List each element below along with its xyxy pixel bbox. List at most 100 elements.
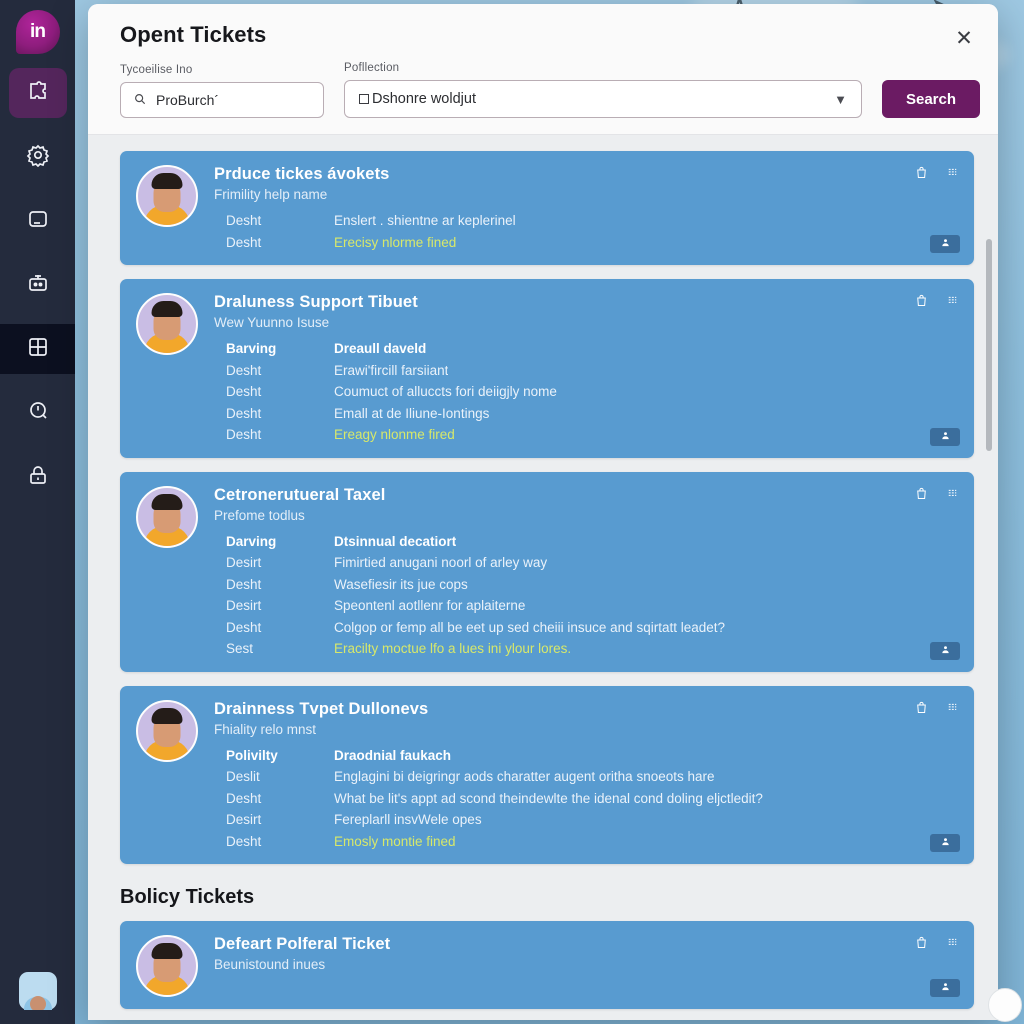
ticket-subtitle: Prefome todlus xyxy=(214,507,305,523)
sidebar-item-integrations[interactable] xyxy=(8,68,67,118)
bag-icon[interactable] xyxy=(914,486,929,506)
ticket-row: Desht Colgop or femp all be eet up sed ch… xyxy=(226,617,958,639)
ticket-row-label: Desht xyxy=(226,427,262,442)
user-icon xyxy=(940,642,951,660)
ticket-avatar xyxy=(136,485,198,548)
avatar-head xyxy=(29,996,46,1010)
ticket-icon-group xyxy=(914,486,960,506)
ticket-detail-table: Polivilty Draodnial faukach Deslit Englagin… xyxy=(226,745,958,853)
ticket-row-value: Erawi'fircill farsiiant xyxy=(334,362,449,378)
ticket-title: Prduce tickes ávokets xyxy=(214,165,390,183)
ticket-icon-group xyxy=(914,165,960,185)
ticket-row: Desht Coumuct of alluccts fori deiigjly n… xyxy=(226,381,958,403)
grid-icon[interactable] xyxy=(945,293,960,313)
ticket-avatar xyxy=(136,699,198,762)
assign-user-button[interactable] xyxy=(930,834,960,852)
ticket-row-value: Speontenl aotllenr for aplaiterne xyxy=(334,598,526,613)
ticket-row: Desht Wasefiesir its jue cops xyxy=(226,574,958,596)
filter-select-value: Dshonre woldjut xyxy=(372,91,476,107)
grid-icon[interactable] xyxy=(945,935,960,955)
ticket-detail-table: Barving Dreaull daveld Desht Erawi'fircill … xyxy=(226,338,958,446)
bag-icon[interactable] xyxy=(914,293,929,313)
ticket-row-value: Wasefiesir its jue cops xyxy=(334,576,468,592)
filter-select[interactable]: Dshonre woldjut ▼ xyxy=(344,80,862,118)
ticket-card[interactable]: Draluness Support Tibuet Wew Yuunno Isuse… xyxy=(120,279,974,458)
gear-icon xyxy=(26,143,50,172)
close-icon[interactable]: ✕ xyxy=(948,22,980,54)
ticket-row-value: Draodnial faukach xyxy=(334,747,452,763)
ticket-row-label: Desirt xyxy=(226,598,262,613)
avatar-hair xyxy=(151,173,183,189)
ticket-subtitle: Frimility help name xyxy=(214,187,328,202)
ticket-row-value: Dreaull daveld xyxy=(334,341,427,356)
assign-user-button[interactable] xyxy=(930,427,960,446)
ticket-row-label: Desht xyxy=(226,362,262,378)
user-icon xyxy=(940,979,951,997)
ticket-row-label: Polivilty xyxy=(226,747,278,763)
ticket-row: Desht Emosly montie fined xyxy=(226,831,958,853)
search-input[interactable]: ProBurch´ xyxy=(120,82,324,118)
sidebar-item-history[interactable] xyxy=(9,388,67,438)
ticket-row-label: Desirt xyxy=(226,555,262,570)
ticket-icon-group xyxy=(914,293,960,313)
query-field-label: Tycoeilise Ino xyxy=(120,64,193,76)
ticket-card[interactable]: Drainness Tvpet Dullonevs Fhiality relo m… xyxy=(120,685,974,864)
sidebar-item-bots[interactable] xyxy=(9,260,67,310)
bag-icon[interactable] xyxy=(914,165,929,185)
search-button[interactable]: Search xyxy=(882,80,980,118)
lock-icon xyxy=(26,463,50,492)
sidebar-item-security[interactable] xyxy=(9,452,67,502)
ticket-icon-group xyxy=(914,700,960,720)
grid-icon xyxy=(26,335,50,364)
ticket-content: Prduce tickes ávokets Frimility help name… xyxy=(214,165,958,253)
ticket-content: Drainness Tvpet Dullonevs Fhiality relo m… xyxy=(214,700,958,853)
ticket-detail-table: Desht Enslert . shientne ar keplerinel Des… xyxy=(226,210,958,253)
help-bubble-icon[interactable] xyxy=(988,988,1022,1022)
assign-user-button[interactable] xyxy=(930,641,960,660)
user-icon xyxy=(940,834,951,852)
user-avatar[interactable] xyxy=(18,972,57,1010)
ticket-row-value: Coumuct of alluccts fori deiigjly nome xyxy=(334,384,557,399)
ticket-subtitle: Beunistound inues xyxy=(214,957,326,972)
modal-header: Opent Tickets ✕ Tycoeilise Ino ProBurch´… xyxy=(88,4,998,134)
sidebar-item-settings[interactable] xyxy=(9,132,67,182)
grid-icon[interactable] xyxy=(945,486,960,506)
checkbox-icon xyxy=(359,94,369,104)
ticket-row: Desht Erecisy nlorme fined xyxy=(226,232,958,254)
filter-field-label: Pofllection xyxy=(344,62,400,74)
ticket-card[interactable]: Defeart Polferal Ticket Beunistound inues xyxy=(120,921,974,1009)
ticket-card[interactable]: Prduce tickes ávokets Frimility help name… xyxy=(120,151,974,265)
ticket-row-label: Darving xyxy=(226,533,277,549)
ticket-icon-group xyxy=(914,935,960,955)
ticket-title: Defeart Polferal Ticket xyxy=(214,935,391,953)
tickets-scroll-area[interactable]: Prduce tickes ávokets Frimility help name… xyxy=(88,135,998,1020)
ticket-row: Desht Erawi'fircill farsiiant xyxy=(226,360,958,382)
scrollbar-thumb[interactable] xyxy=(986,239,992,451)
ticket-avatar xyxy=(136,935,198,997)
assign-user-button[interactable] xyxy=(930,235,960,253)
app-logo[interactable]: in xyxy=(15,10,60,54)
bag-icon[interactable] xyxy=(914,700,929,720)
ticket-title: Draluness Support Tibuet xyxy=(214,293,418,311)
ticket-row-label: Desht xyxy=(226,833,262,849)
sidebar-item-workspace[interactable] xyxy=(9,196,67,246)
ticket-row-value: Enslert . shientne ar keplerinel xyxy=(334,213,516,228)
ticket-row-label: Desht xyxy=(226,213,262,228)
ticket-card[interactable]: Cetronerutueral Taxel Prefome todlus Darvi… xyxy=(120,471,974,672)
page-title: Opent Tickets xyxy=(120,22,267,47)
robot-icon xyxy=(26,271,50,300)
ticket-row-value: Emall at de Iliune-Iontings xyxy=(334,405,490,421)
ticket-row: Barving Dreaull daveld xyxy=(226,338,958,360)
sidebar-item-dashboard[interactable] xyxy=(0,324,75,374)
user-icon xyxy=(940,235,951,253)
bag-icon[interactable] xyxy=(914,935,929,955)
section-heading: Bolicy Tickets xyxy=(120,886,255,908)
grid-icon[interactable] xyxy=(945,700,960,720)
assign-user-button[interactable] xyxy=(930,979,960,997)
ticket-row-value: What be lit's appt ad scond theindewlte … xyxy=(334,790,763,806)
ticket-content: Draluness Support Tibuet Wew Yuunno Isuse… xyxy=(214,293,958,446)
chevron-down-icon: ▼ xyxy=(834,91,847,107)
vertical-scrollbar[interactable] xyxy=(986,181,992,1001)
grid-icon[interactable] xyxy=(945,165,960,185)
ticket-row-value: Emosly montie fined xyxy=(334,833,456,849)
